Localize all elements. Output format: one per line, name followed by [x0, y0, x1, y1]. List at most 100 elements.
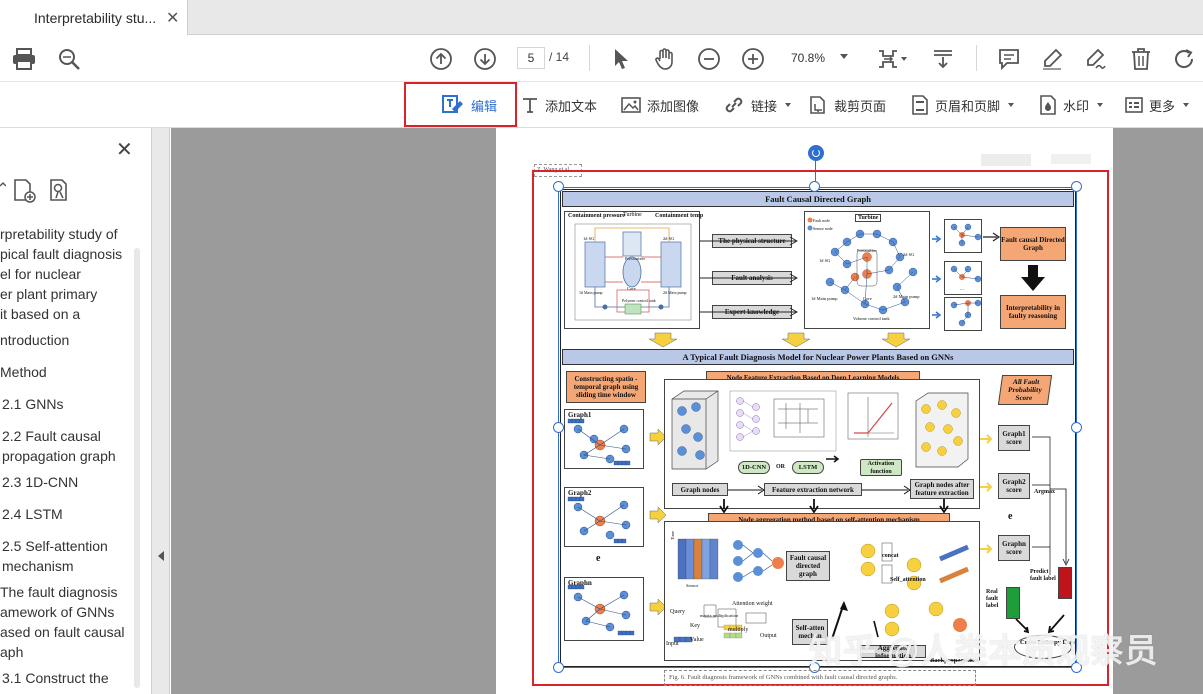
bookmark-item[interactable]: amework of GNNs — [0, 602, 114, 622]
add-text-button[interactable]: 添加文本 — [521, 93, 597, 117]
figure-caption[interactable]: Fig. 6. Fault diagnosis framework of GNN… — [664, 670, 976, 686]
document-tab[interactable]: Interpretability stu... ✕ — [0, 0, 188, 35]
print-icon[interactable] — [10, 45, 38, 73]
fault-node-legend: Fault node — [813, 218, 830, 223]
resize-handle[interactable] — [1071, 422, 1082, 433]
bookmark-item[interactable]: 2.5 Self-attention — [2, 536, 108, 556]
main-toolbar: 5 / 14 70.8% — [0, 35, 1203, 82]
main-pump1-node-label: 1# Main pump — [811, 296, 838, 301]
edit-text-image-icon — [442, 95, 463, 113]
main-pump2-node-label: 2# Main pump — [893, 294, 920, 299]
transition-arrows — [648, 332, 911, 348]
highlight-icon[interactable] — [1038, 45, 1066, 73]
bookmark-item[interactable]: 2.3 1D-CNN — [2, 472, 78, 492]
delete-icon[interactable] — [1127, 45, 1155, 73]
header-footer-label: 页眉和页脚 — [935, 98, 1001, 114]
hand-tool-icon[interactable] — [651, 45, 679, 73]
bookmarks-panel: ✕ rpretability study of pical fault diag… — [0, 128, 152, 694]
watermark-button[interactable]: 水印 — [1039, 93, 1104, 117]
sensor-node-legend: Sensor node — [813, 226, 833, 231]
multiply-label: multiply — [728, 627, 749, 633]
sign-icon[interactable] — [1082, 45, 1110, 73]
panel-close-icon[interactable]: ✕ — [116, 137, 133, 162]
bookmark-item[interactable]: aph — [0, 642, 23, 662]
reactor-schematic: Containment pressure Containment temp Tu… — [564, 211, 703, 329]
comment-icon[interactable] — [995, 45, 1023, 73]
tab-title[interactable]: Interpretability stu... — [34, 10, 160, 26]
bookmark-item[interactable]: 2.2 Fault causal — [2, 426, 101, 446]
panel-splitter[interactable] — [152, 128, 170, 694]
zoom-out-icon[interactable] — [695, 45, 723, 73]
feature-flow-arrows — [728, 485, 911, 495]
tab-close-icon[interactable]: ✕ — [166, 8, 179, 28]
link-button[interactable]: 链接 — [723, 93, 792, 117]
or-label: OR — [776, 464, 785, 470]
bookmark-item[interactable]: rpretability study of — [0, 224, 118, 244]
chevron-down-icon[interactable] — [901, 57, 907, 61]
find-bookmark-icon[interactable] — [48, 178, 72, 204]
sliding-window-box: Constructing spatio - temporal graph usi… — [566, 371, 646, 403]
bookmark-item[interactable]: el for nuclear — [0, 264, 81, 284]
bookmark-item[interactable]: er plant primary — [0, 284, 97, 304]
add-bookmark-icon[interactable] — [12, 178, 38, 204]
panel-scrollbar[interactable] — [134, 248, 140, 688]
main-pump-left-label: 1# Main pump — [579, 290, 603, 295]
bookmark-item[interactable]: it based on a — [0, 304, 80, 324]
zoom-in-icon[interactable] — [739, 45, 767, 73]
framework-figure[interactable]: Fault Causal Directed Graph Containment … — [560, 189, 1076, 667]
resize-handle[interactable] — [809, 181, 820, 192]
add-image-button[interactable]: 添加图像 — [621, 93, 699, 117]
bookmark-item[interactable]: The fault diagnosis — [0, 582, 118, 602]
bookmark-item[interactable]: 3.1 Construct the — [2, 668, 109, 688]
resize-handle[interactable] — [553, 181, 564, 192]
sg-left-label: 1# SG — [583, 236, 595, 241]
interpretability-box: Interpretability in faulty reasoning — [1000, 295, 1066, 329]
tab-bar: Interpretability stu... ✕ — [0, 0, 1203, 35]
chevron-down-icon[interactable] — [1183, 103, 1190, 107]
crop-page-label: 裁剪页面 — [834, 98, 887, 114]
bookmark-item[interactable]: 2.1 GNNs — [2, 394, 63, 414]
page-down-icon[interactable] — [471, 45, 499, 73]
fault-causal-directed-graph-box: Fault causal Directed Graph — [1000, 227, 1066, 261]
resize-handle[interactable] — [553, 422, 564, 433]
scroll-mode-icon[interactable] — [929, 45, 957, 73]
volume-tank-node-label: Volume control tank — [853, 316, 890, 321]
rotate-icon[interactable] — [1170, 45, 1198, 73]
score-connectors — [980, 434, 1070, 575]
pressurizer-node-label: Pressurizer — [857, 248, 877, 253]
bookmark-item[interactable]: Method — [0, 362, 47, 382]
chevron-down-icon[interactable] — [1097, 103, 1104, 107]
bookmark-item[interactable]: ased on fault causal — [0, 622, 125, 642]
matrix-multiplication-label: matrix multiplication — [700, 613, 739, 618]
more-icon — [1125, 97, 1143, 113]
collapse-arrow-icon[interactable] — [158, 551, 164, 561]
header-footer-button[interactable]: 页眉和页脚 — [911, 93, 1015, 117]
rotate-handle-icon[interactable] — [808, 145, 824, 161]
bookmark-item[interactable]: ntroduction — [0, 330, 69, 350]
bookmark-item[interactable]: pical fault diagnosis — [0, 244, 122, 264]
more-button[interactable]: 更多 — [1125, 93, 1190, 117]
resize-handle[interactable] — [553, 662, 564, 673]
bookmark-item[interactable]: 2.4 LSTM — [2, 504, 63, 524]
core-node-label: Core — [863, 296, 872, 301]
resize-handle[interactable] — [1071, 181, 1082, 192]
fit-page-icon[interactable] — [874, 45, 902, 73]
chevron-down-icon[interactable] — [840, 54, 848, 59]
page-number-input[interactable]: 5 — [517, 47, 545, 69]
bookmark-options-icon[interactable] — [0, 178, 6, 202]
edit-button[interactable]: 编辑 — [441, 93, 497, 117]
crop-page-button[interactable]: 裁剪页面 — [808, 93, 886, 117]
bookmark-item[interactable]: propagation graph — [2, 446, 116, 466]
page-up-icon[interactable] — [427, 45, 455, 73]
blurred-header-text — [981, 154, 1031, 166]
concat-label: concat — [882, 553, 899, 559]
watermark-icon — [1040, 95, 1056, 115]
chevron-down-icon[interactable] — [1008, 103, 1015, 107]
chevron-down-icon[interactable] — [785, 103, 792, 107]
fault-causal-directed-graph-box: Fault causal directed graph — [786, 551, 830, 581]
bookmark-item[interactable]: mechanism — [2, 556, 74, 576]
select-cursor-icon[interactable] — [607, 45, 635, 73]
cnn-pill: 1D-CNN — [738, 461, 770, 474]
zoom-search-icon[interactable] — [55, 45, 83, 73]
attention-weight-label: Attention weight — [732, 601, 773, 607]
